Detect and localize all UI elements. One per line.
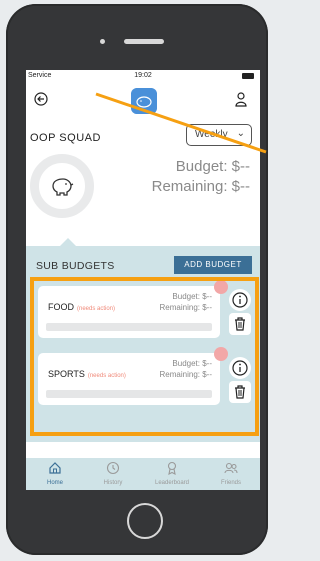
tab-label: Leaderboard bbox=[154, 480, 190, 486]
period-value: Weekly bbox=[195, 129, 228, 140]
battery-icon bbox=[242, 73, 254, 79]
app-screen: Service 19:02 OOP SQUAD Weekly ⌄ Budget:… bbox=[26, 70, 260, 490]
tab-label: Friends bbox=[220, 480, 241, 486]
period-dropdown[interactable]: Weekly ⌄ bbox=[186, 124, 252, 146]
clock: 19:02 bbox=[134, 72, 152, 79]
top-bar bbox=[26, 84, 260, 114]
status-bar: Service 19:02 bbox=[26, 70, 260, 82]
award-icon bbox=[167, 461, 177, 475]
home-icon bbox=[49, 462, 61, 474]
tab-label: History bbox=[103, 480, 123, 486]
add-budget-button[interactable]: ADD BUDGET bbox=[174, 256, 252, 274]
tab-home[interactable]: Home bbox=[26, 458, 84, 490]
chevron-down-icon: ⌄ bbox=[236, 128, 245, 139]
sub-budgets-title: SUB BUDGETS bbox=[36, 260, 115, 272]
annotation-highlight-box bbox=[30, 277, 259, 436]
panel-pointer bbox=[60, 238, 76, 246]
group-name: OOP SQUAD bbox=[30, 132, 101, 144]
total-budget: Budget: $-- bbox=[175, 158, 250, 175]
back-arrow-icon[interactable] bbox=[34, 92, 48, 106]
tab-label: Home bbox=[46, 480, 63, 486]
tab-history[interactable]: History bbox=[84, 458, 142, 490]
budget-progress-ring bbox=[30, 154, 94, 218]
users-icon bbox=[224, 462, 238, 474]
total-remaining: Remaining: $-- bbox=[151, 178, 250, 195]
camera-dot bbox=[100, 39, 105, 44]
home-button[interactable] bbox=[127, 503, 163, 539]
bottom-tab-bar: Home History Leaderboard Friends bbox=[26, 458, 260, 490]
profile-icon[interactable] bbox=[234, 90, 248, 108]
tab-friends[interactable]: Friends bbox=[202, 458, 260, 490]
piggy-bank-logo-icon bbox=[131, 88, 157, 114]
speaker-slot bbox=[124, 39, 164, 44]
clock-icon bbox=[106, 461, 120, 475]
phone-frame: Service 19:02 OOP SQUAD Weekly ⌄ Budget:… bbox=[6, 4, 268, 555]
tab-leaderboard[interactable]: Leaderboard bbox=[143, 458, 201, 490]
piggy-bank-icon bbox=[52, 178, 74, 196]
